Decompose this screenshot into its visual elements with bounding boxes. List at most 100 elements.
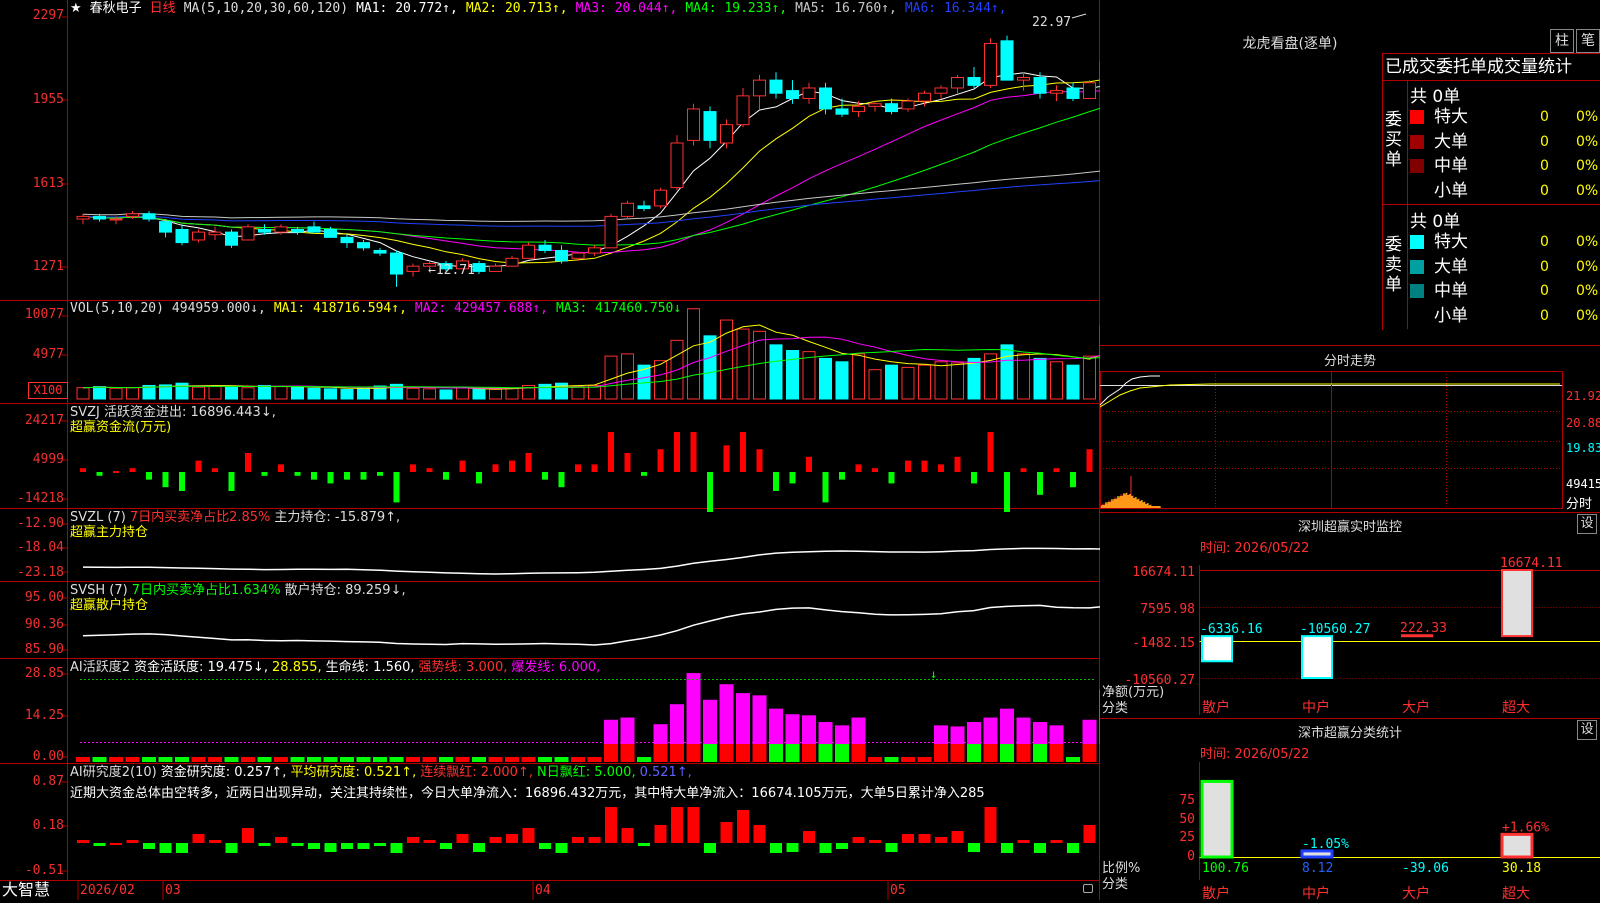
candle-body	[918, 92, 931, 102]
candle-body	[225, 231, 238, 246]
intraday-tick-4: 49415	[1566, 477, 1600, 491]
ai-activity-base	[884, 757, 899, 762]
candle-body	[604, 215, 618, 249]
ai1-label: AI活跃度2	[70, 660, 130, 675]
sell-value: 0	[1540, 283, 1549, 299]
volume-bar	[934, 361, 948, 400]
candle-body	[324, 228, 337, 238]
svzj-bar	[96, 472, 103, 476]
price-tick-3: 1613	[32, 176, 64, 191]
buy-value: 0	[1540, 158, 1549, 174]
ai-research-bar	[605, 807, 617, 843]
candle-body	[142, 213, 156, 220]
ai-activity-base	[208, 757, 222, 762]
svzj-bar	[872, 468, 878, 472]
volume-bar	[274, 386, 288, 400]
ai-activity-bar	[620, 717, 635, 744]
svzj-tick-2: 4999	[32, 452, 64, 467]
ai-research-bar	[1001, 843, 1013, 853]
svzj-bar	[806, 456, 812, 472]
volume-bar	[489, 388, 502, 400]
buy-percent: 0%	[1576, 133, 1599, 150]
sell-color-swatch	[1410, 309, 1424, 323]
sz-bar-4	[1501, 569, 1533, 638]
intraday-top-border	[1100, 345, 1600, 346]
svzj-bar	[245, 453, 251, 472]
volume-bar	[505, 387, 519, 400]
sz-settings-button[interactable]: 设	[1577, 514, 1597, 534]
buy-row-2: 大单 0 0%	[1410, 131, 1600, 153]
stock-name[interactable]: ★ 春秋电子	[70, 1, 150, 16]
ai-research-bar	[242, 828, 254, 843]
ai-research-bar	[654, 825, 667, 843]
ai-activity-base	[637, 757, 651, 762]
candle-body	[934, 87, 948, 94]
ma-value-4: MA4: 19.233↑,	[685, 1, 788, 16]
svzj-bar	[839, 472, 845, 480]
sz-tick-1: 16674.11	[1132, 565, 1195, 580]
svzj-bar	[443, 472, 449, 480]
ai-activity-base	[1049, 744, 1064, 762]
ai2-item-1: 资金研究度: 0.257↑,	[160, 765, 287, 780]
intraday-tick-3: 19.83	[1566, 441, 1600, 455]
buy-side-cell: 委买单	[1383, 80, 1408, 205]
svzj-bar	[921, 460, 928, 472]
ai-activity-base	[934, 744, 948, 762]
vol-tick-1: 10077	[24, 307, 64, 322]
svzj-bar	[707, 472, 713, 512]
sz-value-3: 222.33	[1400, 621, 1447, 636]
svzj-bar	[1070, 472, 1076, 488]
volume-bar	[225, 385, 238, 400]
ai2-note: 近期大资金总体由空转多，近两日出现异动，关注其持续性，今日大单净流入：16896…	[70, 786, 985, 801]
ma-value-6: MA6: 16.344↑,	[904, 1, 1007, 16]
svzj-bar	[261, 472, 268, 476]
brand-label[interactable]: 大智慧	[2, 881, 50, 899]
svzj-bar	[212, 468, 218, 472]
cls-tick-3: 25	[1179, 830, 1195, 846]
candle-body	[258, 228, 271, 233]
ai-activity-base	[455, 757, 470, 762]
ai-activity-base	[356, 757, 371, 762]
ai-activity-bar	[604, 719, 618, 744]
ai-research-bar	[984, 807, 997, 843]
lock-icon[interactable]	[1083, 884, 1093, 893]
ai-research-bar	[753, 825, 766, 843]
ai-research-bar	[1017, 840, 1030, 843]
ai-research-bars	[77, 807, 1096, 853]
ai-activity-bars	[76, 673, 1100, 762]
svzj-bar	[690, 432, 697, 472]
period-label[interactable]: 日线	[150, 1, 176, 16]
svsh-sub: 超赢散户持仓	[70, 598, 149, 613]
ai-activity-base	[274, 757, 288, 762]
svzj-header: SVZJ 活跃资金进出: 16896.443↓,	[70, 405, 276, 420]
svsh-tick-1: 95.00	[24, 590, 64, 605]
ai-research-bar	[324, 843, 337, 852]
sell-value: 0	[1540, 307, 1549, 324]
cls-settings-button[interactable]: 设	[1577, 720, 1597, 740]
volume-bar	[340, 388, 354, 400]
candle-body	[1000, 40, 1014, 81]
vol-unit-button[interactable]: X100	[28, 382, 68, 399]
cls-category-3: 大户	[1402, 886, 1430, 902]
svzj-bar	[360, 472, 367, 480]
price-tick-4: 1271	[32, 259, 64, 274]
ai-activity-base	[257, 757, 272, 762]
ai-activity-base	[521, 757, 536, 762]
bar-mode-button[interactable]: 柱	[1550, 29, 1574, 53]
time-label-mar: 03	[165, 883, 181, 898]
svzj-bar	[525, 453, 532, 472]
ai-activity-base	[406, 757, 420, 762]
pen-mode-button[interactable]: 笔	[1576, 29, 1600, 53]
intraday-chart[interactable]	[1100, 365, 1600, 515]
intraday-tick-1: 21.92	[1566, 389, 1600, 403]
ai-activity-base	[92, 757, 107, 762]
candle-body	[126, 213, 139, 217]
vol-ma-value-2: MA2: 429457.688↑,	[414, 301, 548, 316]
svzj-sub: 超赢资金流(万元)	[70, 420, 172, 435]
svzj-bar	[476, 472, 482, 484]
ai-activity-base	[620, 744, 635, 762]
ai1-item-2: 28.855,	[272, 660, 322, 675]
buy-label: 大单	[1434, 131, 1468, 152]
ai-research-bar	[225, 843, 238, 853]
ai-research-bar	[555, 843, 568, 853]
